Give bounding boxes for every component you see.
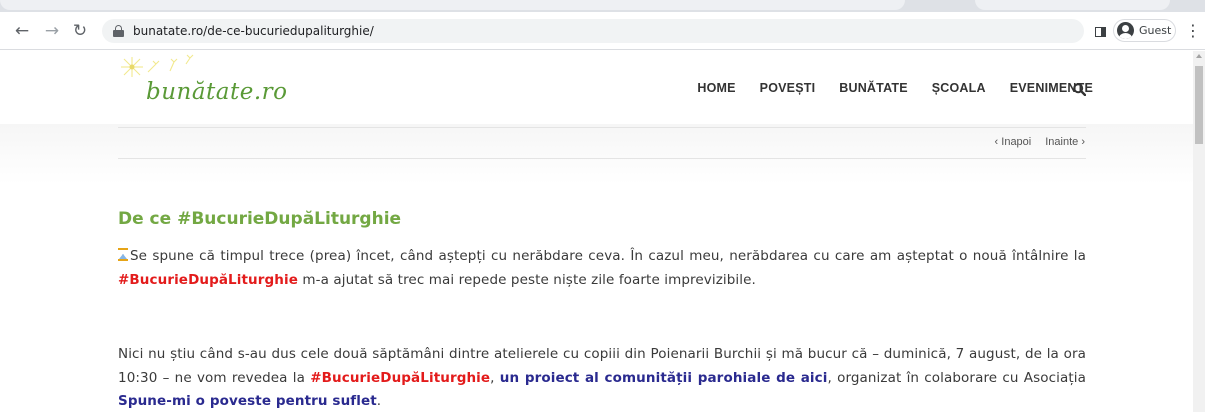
nav-item-bunatate[interactable]: BUNĂTATE [839, 81, 908, 95]
article-paragraph: Se spune că timpul trece (prea) încet, c… [118, 245, 1086, 292]
article-title: De ce #BucurieDupăLiturghie [118, 209, 402, 229]
menu-kebab-icon[interactable]: ⋮ [1185, 22, 1201, 42]
project-link[interactable]: un proiect al comunității parohiale de a… [500, 370, 828, 386]
main-nav: HOME POVEȘTI BUNĂTATE ȘCOALA EVENIMENTE [697, 81, 1093, 95]
nav-item-home[interactable]: HOME [697, 81, 735, 95]
tab-strip [0, 0, 1205, 12]
browser-tab[interactable] [975, 0, 1170, 10]
profile-button[interactable]: Guest [1113, 19, 1176, 42]
paragraph-text: , organizat în colaborare cu Asociația [827, 369, 1086, 386]
hourglass-icon [118, 248, 128, 261]
back-arrow-icon[interactable]: ← [12, 21, 32, 41]
side-panel-icon[interactable] [1095, 27, 1106, 37]
nav-item-povesti[interactable]: POVEȘTI [760, 81, 816, 95]
paragraph-text: m-a ajutat să trec mai repede peste nișt… [297, 271, 756, 288]
avatar-icon [1117, 22, 1134, 39]
post-navigation: ‹ Inapoi Inainte › [995, 136, 1085, 148]
divider [118, 127, 1086, 128]
scroll-up-arrow-icon[interactable] [1196, 54, 1202, 58]
address-bar[interactable]: bunatate.ro/de-ce-bucuriedupaliturghie/ [102, 19, 1084, 43]
paragraph-text: Se spune că timpul trece (prea) încet, c… [130, 248, 1086, 264]
nav-item-scoala[interactable]: ȘCOALA [932, 81, 986, 95]
browser-tab[interactable] [0, 0, 905, 10]
reload-icon[interactable]: ↻ [70, 21, 90, 41]
profile-label: Guest [1139, 24, 1172, 37]
paragraph-text: . [376, 393, 382, 409]
web-page: bunătate.ro HOME POVEȘTI BUNĂTATE ȘCOALA… [0, 51, 1193, 412]
site-header: bunătate.ro HOME POVEȘTI BUNĂTATE ȘCOALA… [0, 51, 1193, 124]
scrollbar-thumb[interactable] [1195, 66, 1203, 144]
divider [118, 158, 1086, 159]
header-band [0, 124, 1193, 184]
search-icon[interactable] [1073, 83, 1086, 96]
paragraph-text: , [490, 369, 500, 386]
forward-arrow-icon[interactable]: → [42, 21, 62, 41]
url-text[interactable]: bunatate.ro/de-ce-bucuriedupaliturghie/ [133, 24, 374, 38]
lock-icon[interactable] [113, 25, 124, 37]
article-paragraph: Nici nu știu când s-au dus cele două săp… [118, 343, 1086, 412]
hashtag: #BucurieDupăLiturghie [118, 271, 298, 288]
association-link[interactable]: Spune-mi o poveste pentru suflet [118, 393, 377, 409]
logo-text: bunătate.ro [146, 79, 288, 105]
hashtag: #BucurieDupăLiturghie [310, 369, 491, 386]
site-logo[interactable]: bunătate.ro [118, 54, 308, 112]
next-post-link[interactable]: Inainte › [1045, 136, 1085, 148]
browser-toolbar: ← → ↻ bunatate.ro/de-ce-bucuriedupalitur… [0, 12, 1205, 50]
prev-post-link[interactable]: ‹ Inapoi [995, 136, 1032, 148]
vertical-scrollbar[interactable] [1193, 51, 1205, 412]
